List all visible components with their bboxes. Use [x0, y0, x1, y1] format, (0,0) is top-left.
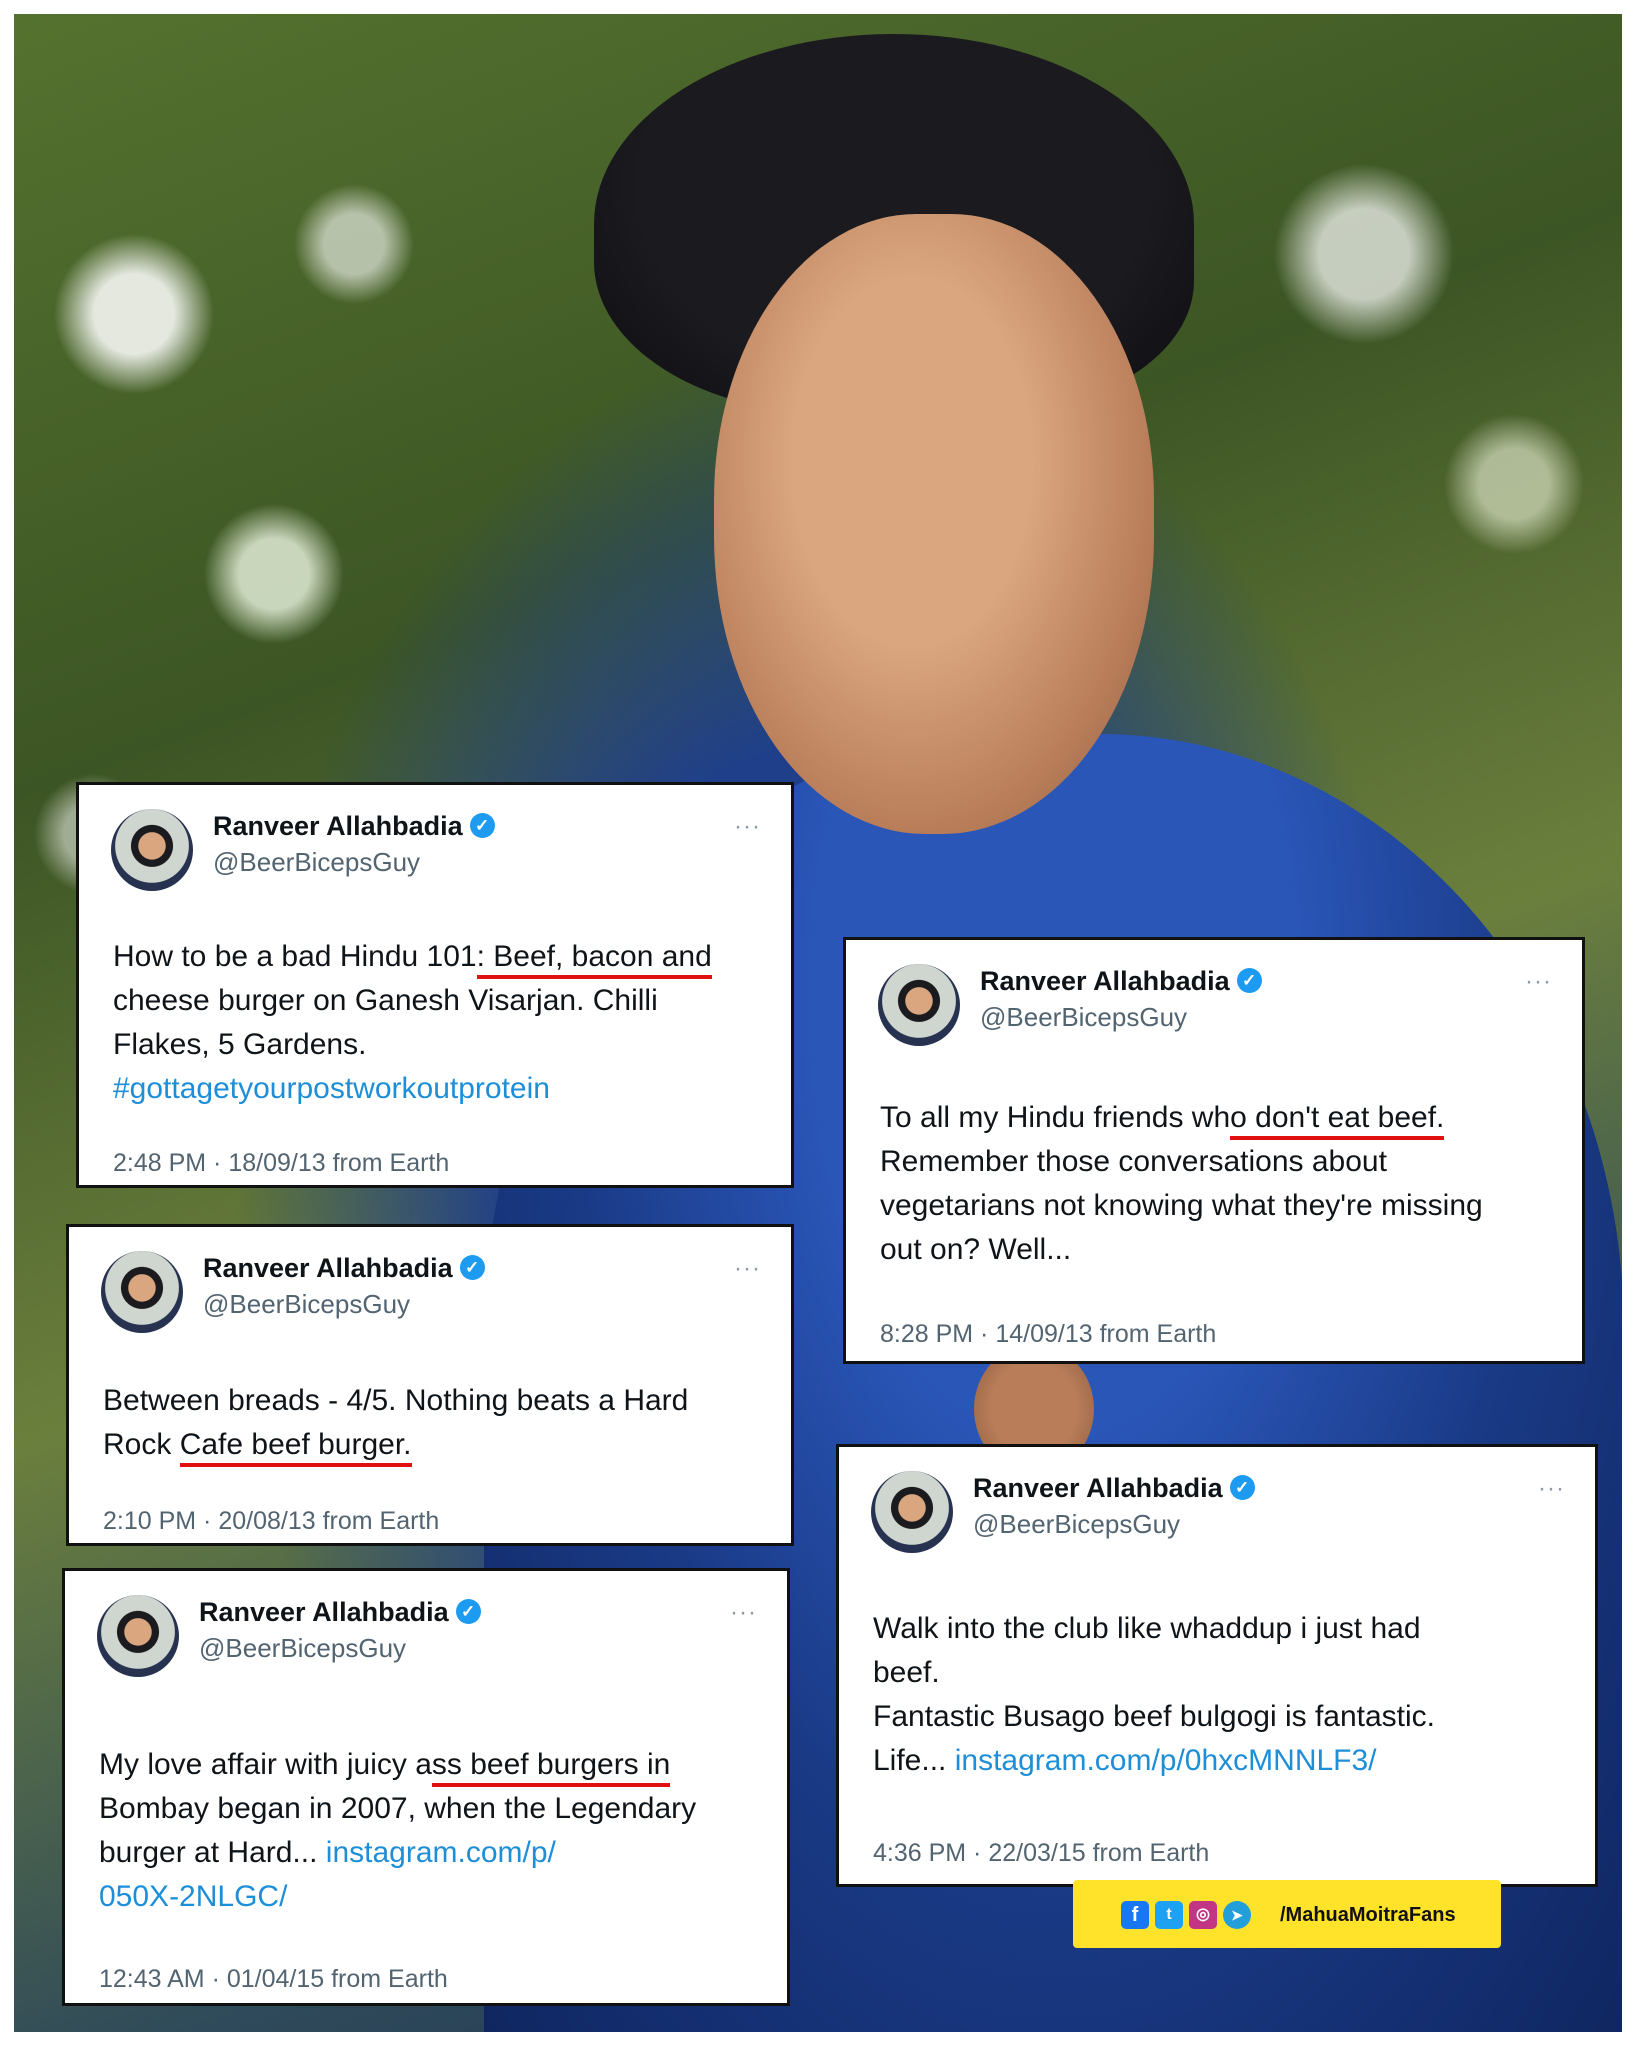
tweet-line: Flakes, 5 Gardens.	[113, 1028, 367, 1061]
tweet-line: cheese burger on Ganesh Visarjan. Chilli	[113, 984, 658, 1017]
tweet-line: beef.	[873, 1656, 940, 1689]
tweet-line: Between breads - 4/5. Nothing beats a Ha…	[103, 1384, 689, 1417]
instagram-link[interactable]: instagram.com/p/	[326, 1836, 556, 1869]
tweet-line: My love affair with juicy ass beef burge…	[99, 1743, 696, 1787]
tweet-text: Walk into the club like whaddup i just h…	[873, 1607, 1435, 1783]
tweet-timestamp[interactable]: 4:36 PM · 22/03/15 from Earth	[873, 1839, 1209, 1868]
display-name-text: Ranveer Allahbadia	[203, 1253, 453, 1283]
instagram-link[interactable]: instagram.com/p/0hxcMNNLF3/	[955, 1744, 1377, 1777]
verified-icon: ✓	[1236, 968, 1262, 994]
user-handle[interactable]: @BeerBicepsGuy	[199, 1633, 406, 1664]
verified-icon: ✓	[469, 813, 495, 839]
text-segment: Rock	[103, 1428, 180, 1461]
avatar[interactable]	[101, 1251, 183, 1333]
tweet-line: Walk into the club like whaddup i just h…	[873, 1612, 1421, 1645]
tweet-line: Bombay began in 2007, when the Legendary	[99, 1792, 697, 1825]
underlined-text: Cafe beef burger.	[179, 1428, 412, 1467]
display-name-text: Ranveer Allahbadia	[199, 1597, 449, 1627]
user-handle[interactable]: @BeerBicepsGuy	[973, 1509, 1180, 1540]
more-options-icon[interactable]: ···	[730, 1599, 757, 1627]
text-segment: Life...	[873, 1744, 955, 1777]
underlined-text: ss beef burgers in	[431, 1748, 671, 1787]
tweet-line: Life... instagram.com/p/0hxcMNNLF3/	[873, 1739, 1435, 1783]
text-segment: My love affair with juicy a	[99, 1748, 432, 1781]
user-handle[interactable]: @BeerBicepsGuy	[213, 847, 420, 878]
text-segment: To all my Hindu friends wh	[880, 1101, 1231, 1134]
tweet-text: How to be a bad Hindu 101: Beef, bacon a…	[113, 935, 712, 1111]
tweet-line: burger at Hard... instagram.com/p/	[99, 1831, 696, 1875]
avatar[interactable]	[111, 809, 193, 891]
telegram-icon[interactable]: ➤	[1223, 1901, 1251, 1929]
display-name-text: Ranveer Allahbadia	[980, 966, 1230, 996]
verified-icon: ✓	[459, 1255, 485, 1281]
tweet-text: Between breads - 4/5. Nothing beats a Ha…	[103, 1379, 688, 1467]
display-name-text: Ranveer Allahbadia	[973, 1473, 1223, 1503]
tweet-line: vegetarians not knowing what they're mis…	[880, 1189, 1483, 1222]
tweet-text: To all my Hindu friends who don't eat be…	[880, 1096, 1483, 1272]
more-options-icon[interactable]: ···	[1538, 1475, 1565, 1503]
tweet-card: Ranveer Allahbadia ✓ @BeerBicepsGuy ··· B…	[66, 1224, 794, 1546]
tweet-card: Ranveer Allahbadia ✓ @BeerBicepsGuy ··· H…	[76, 782, 794, 1188]
text-segment: burger at Hard...	[99, 1836, 326, 1869]
avatar[interactable]	[878, 964, 960, 1046]
face	[714, 214, 1154, 834]
avatar[interactable]	[97, 1595, 179, 1677]
display-name[interactable]: Ranveer Allahbadia ✓	[199, 1597, 481, 1628]
hashtag-link[interactable]: #gottagetyourpostworkoutprotein	[113, 1067, 712, 1111]
tweet-line: Rock Cafe beef burger.	[103, 1423, 688, 1467]
avatar[interactable]	[871, 1471, 953, 1553]
tweet-line: Fantastic Busago beef bulgogi is fantast…	[873, 1700, 1436, 1733]
tweet-timestamp[interactable]: 2:48 PM · 18/09/13 from Earth	[113, 1149, 449, 1178]
display-name[interactable]: Ranveer Allahbadia ✓	[973, 1473, 1255, 1504]
more-options-icon[interactable]: ···	[1525, 968, 1552, 996]
underlined-text: o don't eat beef.	[1230, 1101, 1445, 1140]
more-options-icon[interactable]: ···	[734, 1255, 761, 1283]
social-badge[interactable]: f t ◎ ➤ /MahuaMoitraFans	[1073, 1880, 1501, 1948]
verified-icon: ✓	[455, 1599, 481, 1625]
instagram-icon[interactable]: ◎	[1189, 1901, 1217, 1929]
tweet-timestamp[interactable]: 8:28 PM · 14/09/13 from Earth	[880, 1320, 1216, 1349]
facebook-icon[interactable]: f	[1121, 1901, 1149, 1929]
verified-icon: ✓	[1229, 1475, 1255, 1501]
tweet-card: Ranveer Allahbadia ✓ @BeerBicepsGuy ··· T…	[843, 937, 1585, 1364]
tweet-line: Remember those conversations about	[880, 1145, 1387, 1178]
tweet-card: Ranveer Allahbadia ✓ @BeerBicepsGuy ··· W…	[836, 1444, 1598, 1887]
underlined-text: : Beef, bacon and	[476, 940, 712, 979]
tweet-card: Ranveer Allahbadia ✓ @BeerBicepsGuy ··· M…	[62, 1568, 790, 2006]
display-name-text: Ranveer Allahbadia	[213, 811, 463, 841]
display-name[interactable]: Ranveer Allahbadia ✓	[213, 811, 495, 842]
user-handle[interactable]: @BeerBicepsGuy	[980, 1002, 1187, 1033]
tweet-text: My love affair with juicy ass beef burge…	[99, 1743, 696, 1919]
more-options-icon[interactable]: ···	[734, 813, 761, 841]
tweet-line: To all my Hindu friends who don't eat be…	[880, 1096, 1483, 1140]
tweet-line: How to be a bad Hindu 101: Beef, bacon a…	[113, 935, 712, 979]
instagram-link-continued[interactable]: 050X-2NLGC/	[99, 1875, 696, 1919]
display-name[interactable]: Ranveer Allahbadia ✓	[203, 1253, 485, 1284]
tweet-timestamp[interactable]: 12:43 AM · 01/04/15 from Earth	[99, 1965, 448, 1994]
tweet-line: out on? Well...	[880, 1233, 1072, 1266]
tweet-timestamp[interactable]: 2:10 PM · 20/08/13 from Earth	[103, 1507, 439, 1536]
twitter-icon[interactable]: t	[1155, 1901, 1183, 1929]
badge-label: /MahuaMoitraFans	[1280, 1904, 1456, 1926]
display-name[interactable]: Ranveer Allahbadia ✓	[980, 966, 1262, 997]
text-segment: How to be a bad Hindu 101	[113, 940, 477, 973]
user-handle[interactable]: @BeerBicepsGuy	[203, 1289, 410, 1320]
